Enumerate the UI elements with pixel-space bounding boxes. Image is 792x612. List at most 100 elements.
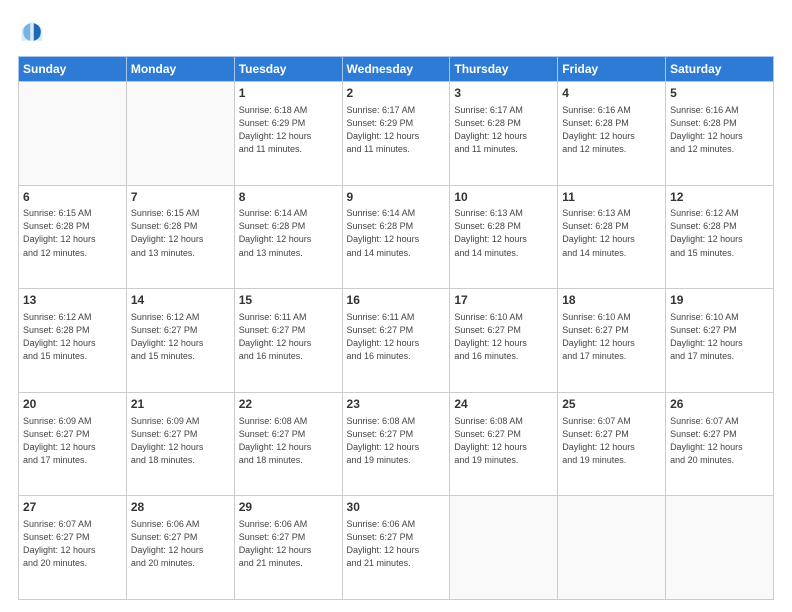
day-info: Sunrise: 6:11 AM Sunset: 6:27 PM Dayligh…	[239, 311, 338, 363]
day-cell	[450, 496, 558, 600]
day-number: 19	[670, 292, 769, 309]
day-number: 12	[670, 189, 769, 206]
day-cell: 11Sunrise: 6:13 AM Sunset: 6:28 PM Dayli…	[558, 185, 666, 289]
day-cell: 29 Sunrise: 6:06 AM Sunset: 6:27 PM Dayli…	[234, 496, 342, 600]
day-cell: 10Sunrise: 6:13 AM Sunset: 6:28 PM Dayli…	[450, 185, 558, 289]
day-number: 5	[670, 85, 769, 102]
day-cell: 19 Sunrise: 6:10 AM Sunset: 6:27 PM Dayli…	[666, 289, 774, 393]
day-number: 8	[239, 189, 338, 206]
day-cell: 12Sunrise: 6:12 AM Sunset: 6:28 PM Dayli…	[666, 185, 774, 289]
day-cell: 3Sunrise: 6:17 AM Sunset: 6:28 PM Daylig…	[450, 82, 558, 186]
day-cell: 24Sunrise: 6:08 AM Sunset: 6:27 PM Dayli…	[450, 392, 558, 496]
day-number: 28	[131, 499, 230, 516]
day-number: 27	[23, 499, 122, 516]
day-info: Sunrise: 6:06 AM Sunset: 6:27 PM Dayligh…	[239, 518, 338, 570]
day-cell	[666, 496, 774, 600]
day-cell: 9Sunrise: 6:14 AM Sunset: 6:28 PM Daylig…	[342, 185, 450, 289]
day-cell: 16 Sunrise: 6:11 AM Sunset: 6:27 PM Dayli…	[342, 289, 450, 393]
day-info: Sunrise: 6:07 AM Sunset: 6:27 PM Dayligh…	[562, 415, 661, 467]
day-info: Sunrise: 6:10 AM Sunset: 6:27 PM Dayligh…	[562, 311, 661, 363]
day-cell: 13Sunrise: 6:12 AM Sunset: 6:28 PM Dayli…	[19, 289, 127, 393]
day-number: 29	[239, 499, 338, 516]
day-info: Sunrise: 6:08 AM Sunset: 6:27 PM Dayligh…	[347, 415, 446, 467]
week-row-3: 13Sunrise: 6:12 AM Sunset: 6:28 PM Dayli…	[19, 289, 774, 393]
day-info: Sunrise: 6:12 AM Sunset: 6:27 PM Dayligh…	[131, 311, 230, 363]
day-info: Sunrise: 6:14 AM Sunset: 6:28 PM Dayligh…	[347, 207, 446, 259]
day-info: Sunrise: 6:18 AM Sunset: 6:29 PM Dayligh…	[239, 104, 338, 156]
day-number: 21	[131, 396, 230, 413]
day-cell: 20Sunrise: 6:09 AM Sunset: 6:27 PM Dayli…	[19, 392, 127, 496]
week-row-5: 27Sunrise: 6:07 AM Sunset: 6:27 PM Dayli…	[19, 496, 774, 600]
day-cell: 22 Sunrise: 6:08 AM Sunset: 6:27 PM Dayli…	[234, 392, 342, 496]
day-info: Sunrise: 6:14 AM Sunset: 6:28 PM Dayligh…	[239, 207, 338, 259]
day-cell: 2 Sunrise: 6:17 AM Sunset: 6:29 PM Daylig…	[342, 82, 450, 186]
day-info: Sunrise: 6:15 AM Sunset: 6:28 PM Dayligh…	[23, 207, 122, 259]
day-number: 16	[347, 292, 446, 309]
day-cell	[126, 82, 234, 186]
day-cell: 1 Sunrise: 6:18 AM Sunset: 6:29 PM Daylig…	[234, 82, 342, 186]
day-info: Sunrise: 6:06 AM Sunset: 6:27 PM Dayligh…	[131, 518, 230, 570]
day-number: 24	[454, 396, 553, 413]
day-cell: 21 Sunrise: 6:09 AM Sunset: 6:27 PM Dayli…	[126, 392, 234, 496]
day-number: 22	[239, 396, 338, 413]
day-cell: 28 Sunrise: 6:06 AM Sunset: 6:27 PM Dayli…	[126, 496, 234, 600]
day-number: 14	[131, 292, 230, 309]
week-row-1: 1 Sunrise: 6:18 AM Sunset: 6:29 PM Daylig…	[19, 82, 774, 186]
day-number: 1	[239, 85, 338, 102]
day-cell: 6Sunrise: 6:15 AM Sunset: 6:28 PM Daylig…	[19, 185, 127, 289]
day-cell: 14 Sunrise: 6:12 AM Sunset: 6:27 PM Dayli…	[126, 289, 234, 393]
day-cell: 25Sunrise: 6:07 AM Sunset: 6:27 PM Dayli…	[558, 392, 666, 496]
day-cell: 7Sunrise: 6:15 AM Sunset: 6:28 PM Daylig…	[126, 185, 234, 289]
weekday-header-row: SundayMondayTuesdayWednesdayThursdayFrid…	[19, 57, 774, 82]
day-number: 15	[239, 292, 338, 309]
day-number: 2	[347, 85, 446, 102]
week-row-2: 6Sunrise: 6:15 AM Sunset: 6:28 PM Daylig…	[19, 185, 774, 289]
day-info: Sunrise: 6:11 AM Sunset: 6:27 PM Dayligh…	[347, 311, 446, 363]
week-row-4: 20Sunrise: 6:09 AM Sunset: 6:27 PM Dayli…	[19, 392, 774, 496]
day-info: Sunrise: 6:10 AM Sunset: 6:27 PM Dayligh…	[670, 311, 769, 363]
day-info: Sunrise: 6:15 AM Sunset: 6:28 PM Dayligh…	[131, 207, 230, 259]
calendar-table: SundayMondayTuesdayWednesdayThursdayFrid…	[18, 56, 774, 600]
day-number: 18	[562, 292, 661, 309]
day-cell: 8Sunrise: 6:14 AM Sunset: 6:28 PM Daylig…	[234, 185, 342, 289]
day-info: Sunrise: 6:16 AM Sunset: 6:28 PM Dayligh…	[562, 104, 661, 156]
day-info: Sunrise: 6:13 AM Sunset: 6:28 PM Dayligh…	[454, 207, 553, 259]
day-cell: 5 Sunrise: 6:16 AM Sunset: 6:28 PM Daylig…	[666, 82, 774, 186]
day-number: 6	[23, 189, 122, 206]
day-number: 23	[347, 396, 446, 413]
day-number: 26	[670, 396, 769, 413]
weekday-thursday: Thursday	[450, 57, 558, 82]
day-info: Sunrise: 6:17 AM Sunset: 6:28 PM Dayligh…	[454, 104, 553, 156]
day-cell	[558, 496, 666, 600]
logo-icon	[18, 18, 46, 46]
day-number: 30	[347, 499, 446, 516]
day-number: 9	[347, 189, 446, 206]
weekday-monday: Monday	[126, 57, 234, 82]
day-info: Sunrise: 6:16 AM Sunset: 6:28 PM Dayligh…	[670, 104, 769, 156]
page: SundayMondayTuesdayWednesdayThursdayFrid…	[0, 0, 792, 612]
weekday-saturday: Saturday	[666, 57, 774, 82]
day-cell: 30Sunrise: 6:06 AM Sunset: 6:27 PM Dayli…	[342, 496, 450, 600]
weekday-friday: Friday	[558, 57, 666, 82]
day-cell: 4 Sunrise: 6:16 AM Sunset: 6:28 PM Daylig…	[558, 82, 666, 186]
day-number: 10	[454, 189, 553, 206]
day-info: Sunrise: 6:17 AM Sunset: 6:29 PM Dayligh…	[347, 104, 446, 156]
weekday-tuesday: Tuesday	[234, 57, 342, 82]
day-number: 4	[562, 85, 661, 102]
day-cell: 27Sunrise: 6:07 AM Sunset: 6:27 PM Dayli…	[19, 496, 127, 600]
day-cell: 18 Sunrise: 6:10 AM Sunset: 6:27 PM Dayli…	[558, 289, 666, 393]
day-cell: 15 Sunrise: 6:11 AM Sunset: 6:27 PM Dayli…	[234, 289, 342, 393]
day-info: Sunrise: 6:10 AM Sunset: 6:27 PM Dayligh…	[454, 311, 553, 363]
day-number: 7	[131, 189, 230, 206]
calendar-body: 1 Sunrise: 6:18 AM Sunset: 6:29 PM Daylig…	[19, 82, 774, 600]
day-cell	[19, 82, 127, 186]
calendar-header: SundayMondayTuesdayWednesdayThursdayFrid…	[19, 57, 774, 82]
day-info: Sunrise: 6:09 AM Sunset: 6:27 PM Dayligh…	[23, 415, 122, 467]
day-info: Sunrise: 6:08 AM Sunset: 6:27 PM Dayligh…	[239, 415, 338, 467]
day-cell: 26 Sunrise: 6:07 AM Sunset: 6:27 PM Dayli…	[666, 392, 774, 496]
weekday-wednesday: Wednesday	[342, 57, 450, 82]
day-info: Sunrise: 6:09 AM Sunset: 6:27 PM Dayligh…	[131, 415, 230, 467]
day-number: 13	[23, 292, 122, 309]
day-info: Sunrise: 6:07 AM Sunset: 6:27 PM Dayligh…	[670, 415, 769, 467]
day-info: Sunrise: 6:13 AM Sunset: 6:28 PM Dayligh…	[562, 207, 661, 259]
